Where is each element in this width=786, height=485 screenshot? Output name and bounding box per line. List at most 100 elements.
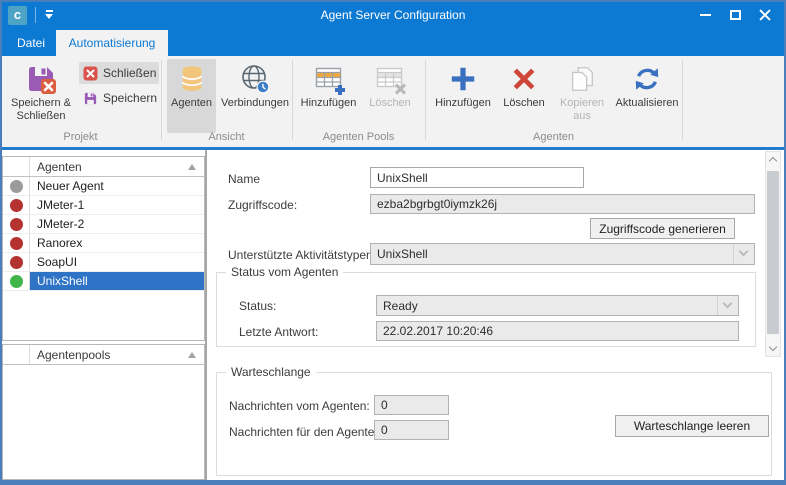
agent-delete-label: Löschen (503, 97, 545, 110)
last-response-label: Letzte Antwort: (239, 325, 318, 339)
agent-add-button[interactable]: Hinzufügen (431, 59, 495, 133)
agent-delete-button[interactable]: Löschen (497, 59, 551, 133)
agent-refresh-label: Aktualisieren (616, 97, 679, 110)
dropdown-arrow[interactable] (717, 296, 738, 315)
status-value: Ready (383, 299, 418, 313)
agent-add-label: Hinzufügen (435, 97, 491, 110)
agent-row-jmeter-1[interactable]: JMeter-1 (3, 196, 204, 215)
access-code-input[interactable]: ezba2bgrbgt0iymzk26j (370, 194, 755, 214)
agent-copy-from-button: Kopieren aus (553, 59, 611, 133)
agent-list-header[interactable]: Agenten (3, 157, 204, 177)
status-dropdown[interactable]: Ready (376, 295, 739, 316)
close-button[interactable] (750, 0, 780, 30)
agent-status-cell (3, 215, 30, 233)
chevron-down-icon (739, 247, 749, 257)
agent-status-cell (3, 196, 30, 214)
queue-groupbox: Warteschlange Nachrichten vom Agenten: 0… (216, 372, 772, 476)
clear-queue-button[interactable]: Warteschlange leeren (615, 415, 769, 437)
agent-row-neuer-agent[interactable]: Neuer Agent (3, 177, 204, 196)
activity-types-label: Unterstützte Aktivitätstypen: (228, 248, 376, 262)
tab-datei[interactable]: Datei (6, 30, 56, 56)
maximize-button[interactable] (720, 0, 750, 30)
sort-ascending-icon (188, 164, 196, 170)
ribbon-underline (0, 147, 786, 150)
save-project-icon (83, 91, 98, 106)
view-connections-button[interactable]: Verbindungen (219, 59, 291, 133)
agent-list: Agenten Neuer Agent JMeter-1 JMeter-2 Ra… (2, 156, 205, 341)
close-icon (759, 9, 771, 21)
pool-column-header[interactable]: Agentenpools (30, 345, 204, 364)
table-add-icon (313, 63, 345, 95)
dropdown-arrow[interactable] (733, 244, 754, 264)
view-connections-label: Verbindungen (221, 97, 289, 110)
agent-refresh-button[interactable]: Aktualisieren (613, 59, 681, 133)
activity-types-dropdown[interactable]: UnixShell (370, 243, 755, 265)
agent-row-jmeter-2[interactable]: JMeter-2 (3, 215, 204, 234)
pool-delete-label: Löschen (369, 97, 411, 110)
messages-for-agent-input[interactable]: 0 (374, 420, 449, 440)
messages-from-agent-input[interactable]: 0 (374, 395, 449, 415)
last-response-input[interactable]: 22.02.2017 10:20:46 (376, 321, 739, 341)
pool-add-label: Hinzufügen (301, 97, 357, 110)
window-title: Agent Server Configuration (0, 0, 786, 30)
agent-name: UnixShell (30, 272, 204, 290)
save-and-close-label: Speichern & Schließen (8, 97, 74, 123)
name-input[interactable]: UnixShell (370, 167, 584, 188)
scrollbar-thumb[interactable] (767, 171, 779, 334)
agent-name: Ranorex (30, 234, 204, 252)
status-circle (10, 218, 23, 231)
agent-server-configuration-window: c Agent Server Configuration Datei Autom… (0, 0, 786, 485)
view-agents-button[interactable]: Agenten (167, 59, 216, 133)
title-bar[interactable]: c Agent Server Configuration (0, 0, 786, 30)
pool-column-header-label: Agentenpools (37, 348, 110, 362)
status-circle (10, 256, 23, 269)
save-and-close-button[interactable]: Speichern & Schließen (8, 59, 74, 133)
plus-icon (447, 63, 479, 95)
status-groupbox: Status vom Agenten Status: Ready Letzte … (216, 272, 756, 347)
group-label-agenten-pools: Agenten Pools (292, 131, 425, 145)
status-column-header (3, 157, 30, 176)
maximize-icon (730, 10, 741, 20)
pool-add-button[interactable]: Hinzufügen (297, 59, 360, 133)
scroll-up-button[interactable] (766, 152, 780, 168)
detail-scrollbar[interactable] (765, 151, 781, 357)
chevron-down-icon (769, 343, 777, 351)
agent-column-header[interactable]: Agenten (30, 157, 204, 176)
agent-status-cell (3, 272, 30, 290)
group-label-ansicht: Ansicht (161, 131, 292, 145)
group-label-projekt: Projekt (0, 131, 161, 145)
tab-automatisierung[interactable]: Automatisierung (56, 30, 168, 56)
activity-types-value: UnixShell (377, 247, 428, 261)
agent-row-soapui[interactable]: SoapUI (3, 253, 204, 272)
chevron-up-icon (769, 157, 777, 165)
agent-name: JMeter-1 (30, 196, 204, 214)
ribbon: Speichern & Schließen Schließen Speicher… (0, 56, 786, 147)
agent-status-cell (3, 177, 30, 195)
agent-name: JMeter-2 (30, 215, 204, 233)
pool-list: Agentenpools (2, 344, 205, 480)
scroll-down-button[interactable] (766, 340, 780, 356)
agent-row-ranorex[interactable]: Ranorex (3, 234, 204, 253)
pool-list-header[interactable]: Agentenpools (3, 345, 204, 365)
agent-status-cell (3, 234, 30, 252)
group-label-agenten: Agenten (425, 131, 682, 145)
minimize-button[interactable] (690, 0, 720, 30)
save-project-label: Speichern (103, 91, 157, 105)
save-project-button[interactable]: Speichern (79, 87, 159, 109)
agent-name: SoapUI (30, 253, 204, 271)
pool-delete-button: Löschen (362, 59, 418, 133)
close-project-button[interactable]: Schließen (79, 62, 159, 84)
queue-groupbox-label: Warteschlange (226, 365, 316, 379)
agent-row-unixshell[interactable]: UnixShell (3, 272, 204, 291)
messages-for-agent-label: Nachrichten für den Agenten: (229, 425, 384, 439)
generate-access-code-button[interactable]: Zugriffscode generieren (590, 218, 735, 239)
status-circle (10, 275, 23, 288)
panel-splitter[interactable] (205, 150, 207, 481)
x-icon (508, 63, 540, 95)
ribbon-separator (425, 60, 426, 140)
status-groupbox-label: Status vom Agenten (226, 265, 343, 279)
ribbon-tab-row: Datei Automatisierung (0, 30, 786, 56)
status-circle (10, 199, 23, 212)
messages-from-agent-label: Nachrichten vom Agenten: (229, 399, 370, 413)
name-label: Name (228, 172, 260, 186)
